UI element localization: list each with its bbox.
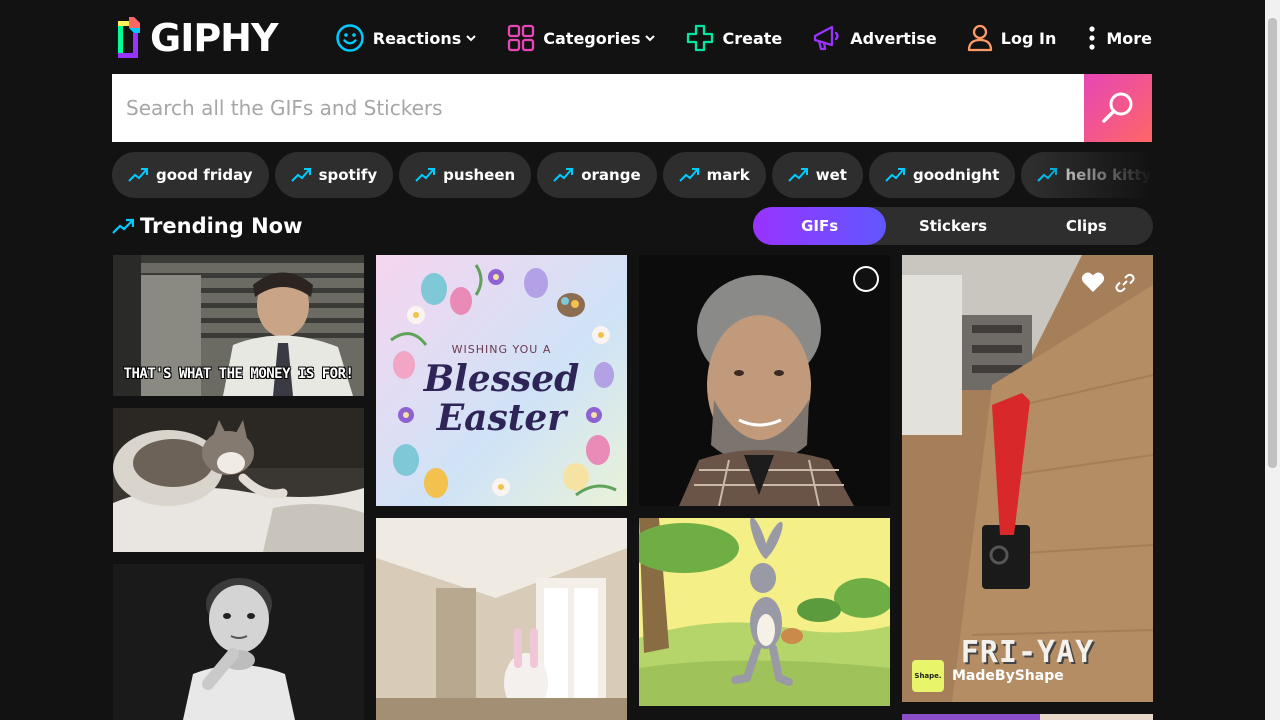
scrollbar-thumb[interactable]	[1268, 18, 1277, 468]
giphy-logo[interactable]: GIPHY	[118, 16, 278, 60]
brand-wordmark: GIPHY	[150, 16, 278, 60]
chevron-down-icon	[645, 35, 656, 42]
section-title-text: Trending Now	[140, 214, 303, 238]
media-type-tabs: GIFs Stickers Clips	[753, 207, 1153, 245]
nav-label: Advertise	[850, 28, 937, 48]
search-button[interactable]	[1084, 74, 1152, 142]
nav-label: Reactions	[372, 28, 462, 48]
trending-icon	[290, 168, 311, 182]
nav-label: Log In	[1000, 28, 1057, 48]
nav-more[interactable]: More	[1086, 24, 1152, 52]
trending-tags: good friday spotify pusheen orange mark …	[112, 152, 1152, 198]
card-line-2: Blessed	[423, 358, 580, 400]
trending-icon	[1037, 168, 1058, 182]
megaphone-icon	[814, 25, 839, 51]
gif-thumbnail	[639, 255, 890, 506]
nav-label: Create	[722, 28, 783, 48]
gif-thumbnail	[639, 518, 890, 706]
tag-label: hello kitty	[1065, 166, 1152, 184]
plus-icon	[687, 24, 714, 52]
gif-tile-boy[interactable]	[113, 564, 364, 720]
trending-tag[interactable]: spotify	[274, 152, 394, 198]
nav-advertise[interactable]: Advertise	[812, 24, 937, 52]
creator-attribution[interactable]: Shape. MadeByShape	[912, 660, 1064, 692]
tag-label: pusheen	[443, 166, 516, 184]
gif-thumbnail	[113, 564, 364, 720]
trending-icon	[553, 168, 574, 182]
tab-stickers[interactable]: Stickers	[886, 207, 1019, 245]
gif-tile-partial[interactable]	[902, 714, 1153, 720]
gif-tile-mad-men[interactable]: THAT'S WHAT THE MONEY IS FOR!	[113, 255, 364, 396]
trending-tag[interactable]: pusheen	[399, 152, 532, 198]
trending-tag[interactable]: orange	[537, 152, 657, 198]
trending-icon	[128, 168, 148, 182]
nav-login[interactable]: Log In	[967, 24, 1057, 52]
smiley-icon	[336, 24, 364, 52]
gif-thumbnail	[376, 518, 627, 720]
tag-label: good friday	[156, 166, 253, 184]
favorite-heart-icon[interactable]	[1081, 271, 1105, 293]
user-icon	[967, 24, 992, 52]
trending-tag[interactable]: goodnight	[868, 152, 1016, 198]
section-title: Trending Now	[112, 210, 303, 242]
trending-icon	[415, 168, 436, 182]
tag-label: orange	[581, 166, 641, 184]
tab-gifs[interactable]: GIFs	[753, 207, 887, 245]
nav-categories[interactable]: Categories	[507, 24, 656, 52]
chevron-down-icon	[466, 35, 476, 42]
kebab-icon	[1089, 26, 1095, 50]
gif-tile-easter-card[interactable]: WISHING YOU A Blessed Easter	[376, 255, 627, 506]
search-input[interactable]	[112, 74, 1084, 142]
tag-label: spotify	[318, 166, 378, 184]
card-line-3: Easter	[436, 397, 567, 439]
trending-icon	[788, 168, 808, 182]
gif-tile-fri-yay[interactable]: FRI-YAY Shape. MadeByShape	[902, 255, 1153, 702]
search-icon	[1102, 92, 1133, 123]
tab-clips[interactable]: Clips	[1020, 207, 1153, 245]
giphy-logo-icon	[118, 17, 140, 59]
nav-label: Categories	[543, 28, 641, 48]
page-scrollbar[interactable]	[1265, 0, 1280, 720]
card-line-1: WISHING YOU A	[451, 343, 552, 356]
trending-tag[interactable]: wet	[771, 152, 863, 198]
nav-label: More	[1106, 28, 1152, 48]
gif-thumbnail	[113, 408, 364, 552]
gif-tile-bunny-costume[interactable]	[376, 518, 627, 720]
trending-icon	[885, 168, 905, 182]
nav-create[interactable]: Create	[686, 24, 782, 52]
search-bar	[112, 74, 1152, 142]
nav-reactions[interactable]: Reactions	[335, 23, 478, 53]
tag-label: goodnight	[912, 166, 1000, 184]
tag-label: wet	[815, 166, 847, 184]
site-header: GIPHY Reactions Categories Create Advert…	[112, 0, 1152, 74]
gif-caption: THAT'S WHAT THE MONEY IS FOR!	[123, 366, 354, 382]
trending-tag[interactable]: mark	[662, 152, 766, 198]
creator-name: MadeByShape	[952, 668, 1064, 684]
trending-icon	[678, 168, 699, 182]
main-nav: Reactions Categories Create Advertise Lo…	[305, 18, 1152, 58]
copy-link-icon[interactable]	[1115, 273, 1135, 293]
trending-icon	[112, 218, 134, 234]
gif-tile-man-smiling[interactable]	[639, 255, 890, 506]
gif-tile-bugs-bunny[interactable]	[639, 518, 890, 706]
trending-tag[interactable]: hello kitty	[1021, 152, 1152, 198]
tag-label: mark	[706, 166, 750, 184]
trending-tag[interactable]: good friday	[112, 152, 269, 198]
creator-avatar: Shape.	[912, 660, 944, 692]
grid-icon	[508, 24, 535, 52]
gif-tile-cat[interactable]	[113, 408, 364, 552]
